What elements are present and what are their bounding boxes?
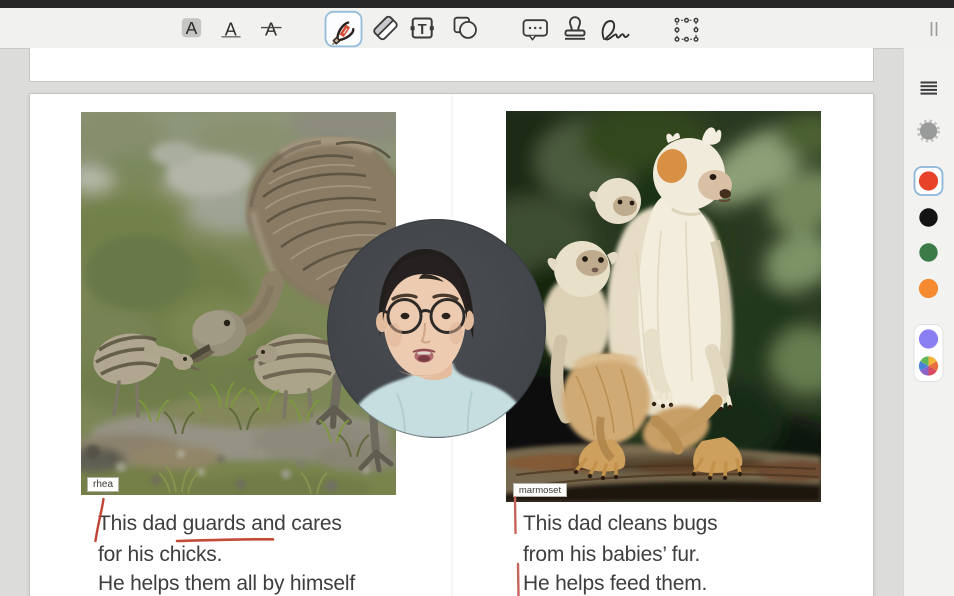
svg-text:T: T: [418, 22, 427, 38]
svg-text:A: A: [265, 20, 277, 40]
svg-text:A: A: [186, 18, 198, 38]
